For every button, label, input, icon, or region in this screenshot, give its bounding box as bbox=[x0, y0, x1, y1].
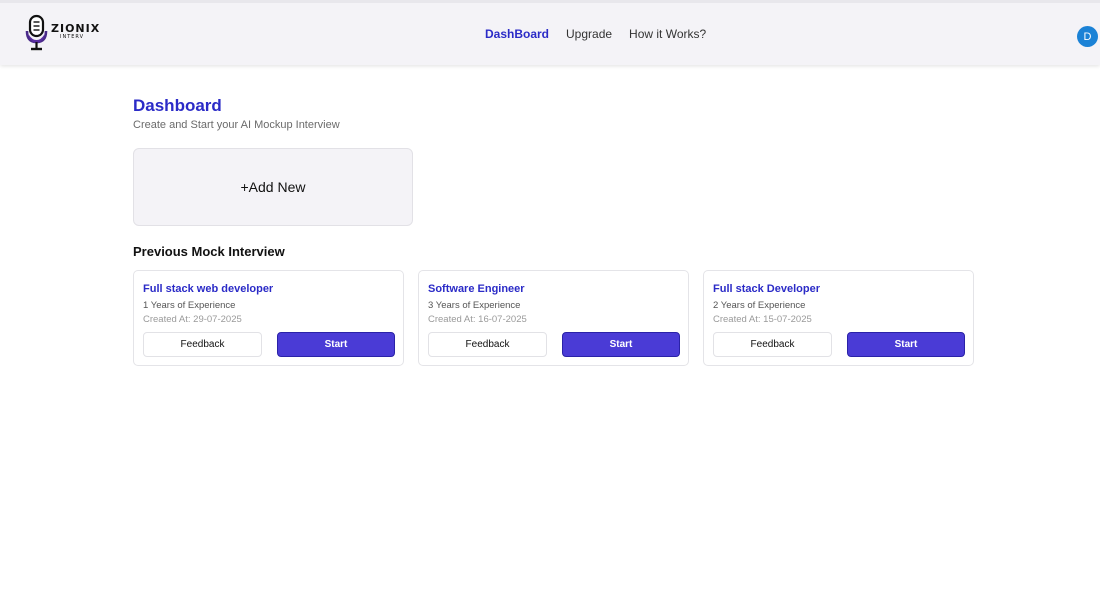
interview-created-date: Created At: 16-07-2025 bbox=[428, 314, 527, 325]
interview-card: Full stack web developer 1 Years of Expe… bbox=[133, 270, 404, 366]
interview-created-date: Created At: 29-07-2025 bbox=[143, 314, 242, 325]
feedback-button[interactable]: Feedback bbox=[713, 332, 832, 357]
logo-subtext: INTERV bbox=[60, 34, 85, 40]
nav-item-upgrade[interactable]: Upgrade bbox=[566, 27, 612, 41]
add-new-interview-button[interactable]: +Add New bbox=[133, 148, 413, 226]
main-nav: DashBoard Upgrade How it Works? bbox=[485, 27, 706, 41]
interview-experience: 3 Years of Experience bbox=[428, 300, 521, 311]
microphone-icon bbox=[25, 14, 48, 51]
interview-created-date: Created At: 15-07-2025 bbox=[713, 314, 812, 325]
nav-item-how-it-works[interactable]: How it Works? bbox=[629, 27, 706, 41]
feedback-button[interactable]: Feedback bbox=[428, 332, 547, 357]
interview-experience: 1 Years of Experience bbox=[143, 300, 236, 311]
top-header: ZIONIX INTERV DashBoard Upgrade How it W… bbox=[0, 0, 1100, 65]
user-avatar[interactable]: D bbox=[1077, 26, 1098, 47]
nav-item-dashboard[interactable]: DashBoard bbox=[485, 27, 549, 41]
interview-job-title: Software Engineer bbox=[428, 283, 525, 295]
interview-card: Software Engineer 3 Years of Experience … bbox=[418, 270, 689, 366]
interview-card: Full stack Developer 2 Years of Experien… bbox=[703, 270, 974, 366]
interview-job-title: Full stack Developer bbox=[713, 283, 820, 295]
start-button[interactable]: Start bbox=[277, 332, 395, 357]
start-button[interactable]: Start bbox=[847, 332, 965, 357]
interview-experience: 2 Years of Experience bbox=[713, 300, 806, 311]
page-title: Dashboard bbox=[133, 96, 222, 115]
previous-interviews-heading: Previous Mock Interview bbox=[133, 244, 285, 259]
interview-job-title: Full stack web developer bbox=[143, 283, 274, 295]
logo[interactable]: ZIONIX INTERV bbox=[24, 13, 104, 53]
page-subtitle: Create and Start your AI Mockup Intervie… bbox=[133, 119, 340, 131]
start-button[interactable]: Start bbox=[562, 332, 680, 357]
feedback-button[interactable]: Feedback bbox=[143, 332, 262, 357]
